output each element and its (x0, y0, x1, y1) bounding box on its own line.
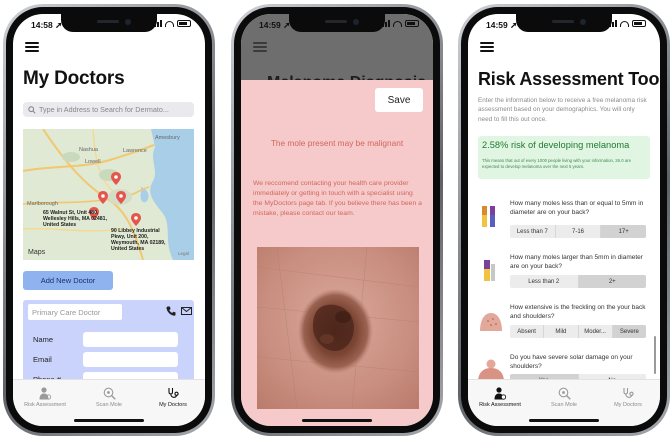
page-title: Risk Assessment Tool (478, 69, 660, 89)
page-title: My Doctors (23, 68, 125, 89)
map-legal-link[interactable]: Legal (178, 251, 189, 256)
phone-melanoma-diagnosis: 14:59 ➚ Melanoma Diagnosis Save The mole… (231, 4, 443, 436)
risk-result-detail: This means that out of every 1000 people… (482, 158, 632, 169)
field-label: Name (33, 335, 54, 344)
scrollbar[interactable] (654, 336, 656, 374)
tab-my-doctors[interactable]: My Doctors (596, 380, 660, 426)
option-17-plus[interactable]: 17+ (601, 225, 646, 238)
option-2-plus[interactable]: 2+ (578, 275, 646, 288)
freckling-image (476, 307, 506, 331)
diagnosis-advice: We reccomend contacting your health care… (253, 180, 422, 217)
maps-logo: Maps (28, 249, 46, 256)
battery-icon (405, 20, 419, 27)
option-7-16[interactable]: 7-16 (556, 225, 602, 238)
status-time: 14:58 ➚ (31, 20, 63, 30)
small-moles-selector: Less than 7 7-16 17+ (510, 225, 646, 238)
diagnosis-modal: Save The mole present may be malignant W… (241, 80, 433, 426)
map-place-label: Amesbury (155, 135, 180, 141)
map-pin-icon[interactable] (111, 172, 121, 185)
magnifier-icon (102, 386, 116, 400)
map-place-label: Lowell (85, 159, 101, 165)
search-icon (28, 105, 36, 114)
large-moles-image (484, 260, 495, 281)
map-pin-icon[interactable] (98, 191, 108, 204)
option-severe[interactable]: Severe (612, 325, 646, 338)
person-icon (38, 386, 52, 400)
wifi-icon (393, 20, 402, 27)
search-input[interactable]: Type in Address to Search for Dermato... (23, 102, 194, 117)
doctor-type-input[interactable]: Primary Care Doctor (28, 304, 122, 320)
map-place-label: Marlborough (27, 201, 58, 207)
battery-icon (177, 20, 191, 27)
question-small-moles: How many moles less than or equal to 5mm… (510, 200, 644, 216)
field-label: Email (33, 355, 52, 364)
risk-result-title: 2.58% risk of developing melanoma (482, 140, 630, 150)
menu-icon[interactable] (253, 42, 267, 52)
map-place-label: Lawrence (123, 148, 147, 154)
name-field[interactable] (83, 332, 178, 347)
search-placeholder: Type in Address to Search for Dermato... (39, 105, 169, 114)
status-time: 14:59 ➚ (259, 20, 291, 30)
question-large-moles: How many moles larger than 5mm in diamet… (510, 254, 643, 270)
menu-icon[interactable] (480, 42, 494, 52)
phone-risk-assessment: 14:59 ➚ Risk Assessment Tool Enter the i… (458, 4, 670, 436)
option-less-than-7[interactable]: Less than 7 (510, 225, 556, 238)
person-icon (493, 386, 507, 400)
add-new-doctor-button[interactable]: Add New Doctor (23, 271, 113, 290)
phone-my-doctors: 14:58 ➚ My Doctors Type in Address to Se… (3, 4, 215, 436)
home-indicator[interactable] (529, 419, 599, 422)
stethoscope-icon (166, 386, 180, 400)
email-field[interactable] (83, 352, 178, 367)
home-indicator[interactable] (302, 419, 372, 422)
option-less-than-2[interactable]: Less than 2 (510, 275, 579, 288)
save-button[interactable]: Save (375, 88, 423, 112)
screen-my-doctors: 14:58 ➚ My Doctors Type in Address to Se… (13, 14, 205, 426)
risk-result-box: 2.58% risk of developing melanoma This m… (478, 136, 650, 179)
tab-risk-assessment[interactable]: Risk Assessment (468, 380, 532, 426)
screen-risk-assessment: 14:59 ➚ Risk Assessment Tool Enter the i… (468, 14, 660, 426)
tab-my-doctors[interactable]: My Doctors (141, 380, 205, 426)
option-mild[interactable]: Mild (544, 325, 579, 338)
magnifier-icon (557, 386, 571, 400)
battery-icon (632, 20, 646, 27)
map-pin-icon[interactable] (131, 213, 141, 226)
home-indicator[interactable] (74, 419, 144, 422)
large-moles-selector: Less than 2 2+ (510, 275, 646, 288)
map-address-label: 90 Libbey Industrial Pkwy, Unit 200, Wey… (111, 228, 166, 252)
status-time: 14:59 ➚ (486, 20, 518, 30)
map-pin-icon[interactable] (116, 191, 126, 204)
option-moderate[interactable]: Moder... (579, 325, 613, 338)
wifi-icon (165, 20, 174, 27)
tab-risk-assessment[interactable]: Risk Assessment (13, 380, 77, 426)
wifi-icon (620, 20, 629, 27)
stethoscope-icon (621, 386, 635, 400)
map-place-label: Nashua (79, 147, 98, 153)
freckling-selector: Absent Mild Moder... Severe (510, 325, 646, 338)
map-address-label: 65 Walnut St, Unit 480, Wellesley Hills,… (43, 210, 108, 228)
diagnosis-result: The mole present may be malignant (270, 138, 404, 148)
menu-icon[interactable] (25, 42, 39, 52)
mail-icon[interactable] (181, 307, 192, 315)
question-freckling: How extensive is the freckling on the yo… (510, 304, 646, 320)
screen-melanoma-diagnosis: 14:59 ➚ Melanoma Diagnosis Save The mole… (241, 14, 433, 426)
intro-text: Enter the information below to receive a… (478, 97, 647, 123)
phone-icon[interactable] (166, 306, 176, 316)
map-view[interactable]: Nashua Lowell Lawrence Amesbury Marlboro… (23, 129, 194, 260)
small-moles-image (482, 206, 495, 227)
question-solar-damage: Do you have severe solar damage on your … (510, 354, 633, 370)
mole-photo (257, 247, 419, 409)
option-absent[interactable]: Absent (510, 325, 545, 338)
